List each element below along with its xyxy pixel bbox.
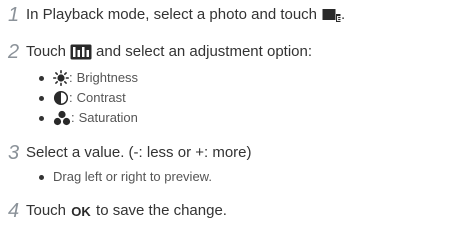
step-1-text: In Playback mode, select a photo and tou… [26,6,318,23]
svg-text:OK: OK [71,204,91,218]
adjust-menu-icon [70,44,92,60]
step-1: 1 In Playback mode, select a photo and t… [8,4,346,26]
option-label: Contrast [76,90,126,105]
step-2: 2 Touch and select an adjustment option: [8,41,313,63]
step-3-text: Select a value. (-: less or +: more) [26,144,252,161]
step-3-bullet: Drag left or right to preview. [39,169,212,185]
step-2-text-before: Touch [26,43,67,60]
option-label: Saturation [78,110,138,125]
bullet-dot [39,115,44,121]
step-number: 2 [8,41,20,63]
edit-photo-icon: E [322,7,342,23]
bullet-dot [39,95,44,101]
option-saturation: : Saturation [39,110,138,126]
bullet-dot [39,174,44,180]
step-4: 4 Touch OK to save the change. [8,200,227,222]
step-number: 4 [8,200,20,222]
step-4-text-after: to save the change. [96,202,227,219]
step-2-text-after: and select an adjustment option: [96,43,313,60]
bullet-dot [39,75,44,81]
step-number: 1 [8,4,20,26]
bullet-text: Drag left or right to preview. [53,169,212,184]
step-4-text-before: Touch [26,202,67,219]
saturation-icon [53,110,71,126]
option-brightness: : Brightness [39,70,138,86]
step-number: 3 [8,142,20,164]
option-label: Brightness [76,70,139,85]
step-3: 3 Select a value. (-: less or +: more) [8,142,252,164]
ok-icon: OK [71,204,91,219]
option-contrast: : Contrast [39,90,126,106]
contrast-icon [53,90,69,106]
brightness-icon [53,70,69,86]
